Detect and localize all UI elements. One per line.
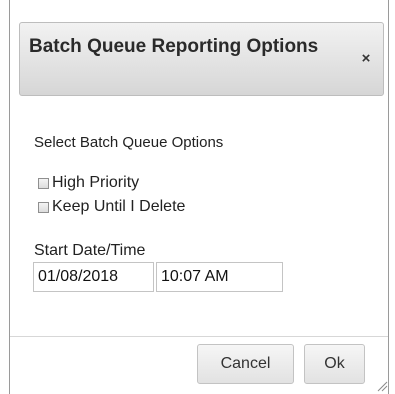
dialog-left-border [9, 0, 10, 394]
footer-divider [10, 336, 388, 337]
close-icon[interactable]: × [358, 51, 374, 67]
batch-queue-dialog: Batch Queue Reporting Options × Select B… [0, 0, 395, 394]
options-section-label: Select Batch Queue Options [34, 134, 224, 151]
high-priority-option[interactable]: High Priority [38, 174, 139, 192]
high-priority-checkbox[interactable] [38, 177, 49, 189]
keep-until-delete-option[interactable]: Keep Until I Delete [38, 198, 185, 216]
dialog-title: Batch Queue Reporting Options [29, 36, 319, 57]
start-time-input[interactable] [156, 262, 283, 292]
dialog-titlebar[interactable]: Batch Queue Reporting Options × [19, 22, 384, 96]
cancel-button[interactable]: Cancel [197, 344, 294, 384]
start-date-time-label: Start Date/Time [34, 242, 146, 259]
ok-button[interactable]: Ok [304, 344, 365, 384]
high-priority-label[interactable]: High Priority [52, 174, 139, 192]
keep-until-delete-label[interactable]: Keep Until I Delete [52, 198, 185, 216]
dialog-right-border [388, 0, 389, 394]
keep-until-delete-checkbox[interactable] [38, 201, 49, 213]
resize-grip-icon[interactable] [376, 380, 388, 392]
start-date-input[interactable] [33, 262, 154, 292]
